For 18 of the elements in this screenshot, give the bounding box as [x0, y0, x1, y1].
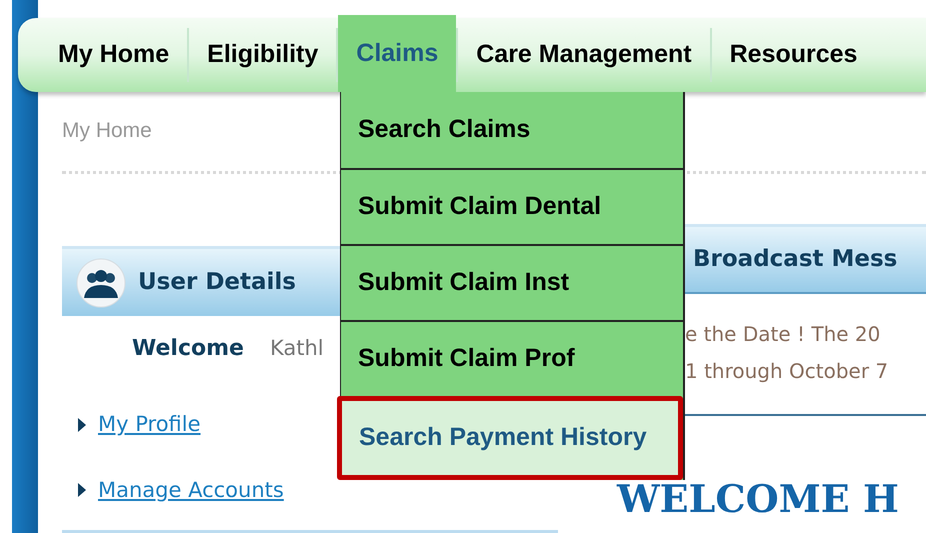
- user-name: Kathl: [270, 335, 324, 362]
- triangle-icon: [78, 418, 86, 432]
- message-text: e the Date ! The 20: [685, 321, 882, 348]
- nav-tab[interactable]: My Home: [40, 18, 188, 92]
- link[interactable]: Manage Accounts: [98, 474, 284, 506]
- nav-tab[interactable]: Resources: [712, 18, 876, 92]
- nav-tab[interactable]: Care Management: [458, 18, 710, 92]
- users-icon: [76, 258, 126, 308]
- link[interactable]: My Profile: [98, 409, 201, 440]
- nav-tab[interactable]: Claims: [338, 15, 456, 92]
- panel-title: Broadcast Mess: [693, 245, 898, 274]
- welcome-label: Welcome: [132, 335, 244, 363]
- message-text: 1 through October 7: [685, 358, 890, 385]
- nav-tab[interactable]: Eligibility: [189, 18, 336, 92]
- triangle-icon: [78, 483, 86, 498]
- menu-item[interactable]: Search Payment History: [337, 396, 683, 480]
- welcome-heading: WELCOME H: [617, 480, 900, 518]
- panel-title: User Details: [138, 268, 296, 298]
